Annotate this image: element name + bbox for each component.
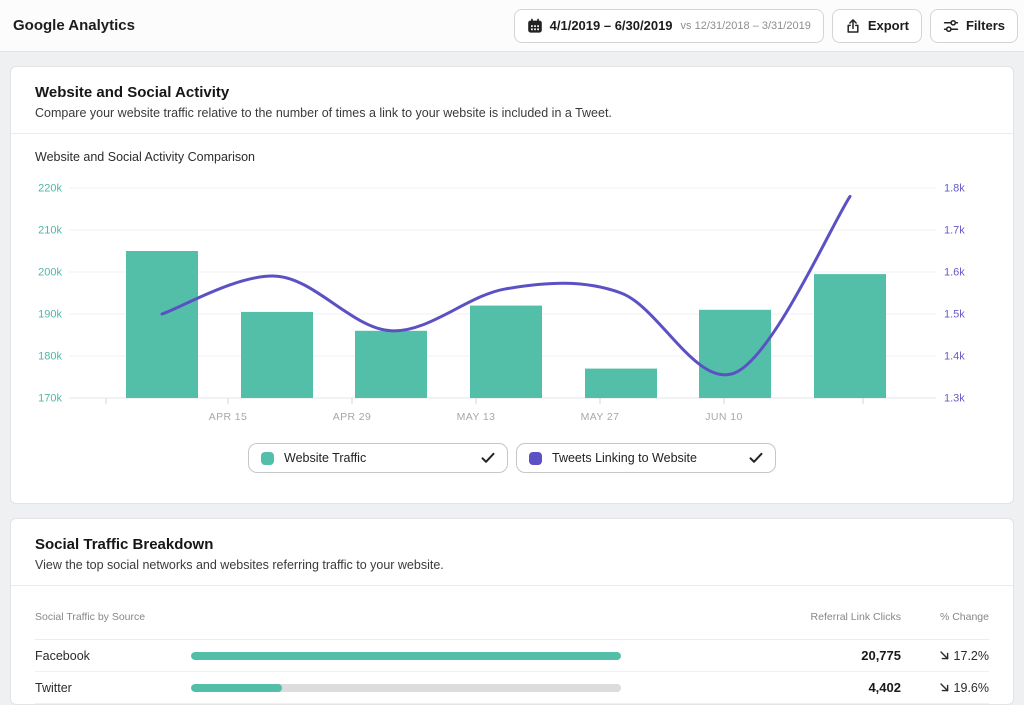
svg-text:1.8k: 1.8k [944, 183, 965, 195]
col-header-clicks: Referral Link Clicks [621, 611, 901, 623]
export-label: Export [868, 18, 909, 33]
checkmark-icon [749, 452, 763, 464]
legend-label: Tweets Linking to Website [552, 451, 739, 465]
referral-bar-fill [191, 684, 282, 692]
svg-text:MAY 27: MAY 27 [581, 411, 620, 423]
trend-down-icon [939, 682, 950, 693]
change-value: 19.6% [901, 681, 989, 695]
svg-text:200k: 200k [38, 267, 62, 279]
main-content: Website and Social Activity Compare your… [0, 52, 1024, 705]
website-card-title: Website and Social Activity [35, 84, 989, 101]
export-button[interactable]: Export [832, 9, 922, 43]
change-percent: 17.2% [954, 649, 989, 663]
filters-label: Filters [966, 18, 1005, 33]
svg-text:1.3k: 1.3k [944, 393, 965, 405]
app-header: Google Analytics 4/1/2019 – 6/30/2019 vs… [0, 0, 1024, 52]
svg-text:APR 15: APR 15 [209, 411, 248, 423]
chart-block: Website and Social Activity Comparison 2… [11, 134, 1013, 503]
filters-button[interactable]: Filters [930, 9, 1018, 43]
referral-bar-fill [191, 652, 621, 660]
chart-legend: Website Traffic Tweets Linking to Websit… [35, 443, 989, 473]
change-value: 17.2% [901, 649, 989, 663]
social-card-description: View the top social networks and website… [35, 558, 989, 572]
svg-text:MAY 13: MAY 13 [457, 411, 496, 423]
chart-title: Website and Social Activity Comparison [35, 150, 989, 164]
col-header-source: Social Traffic by Source [35, 611, 191, 623]
legend-swatch-website-traffic [261, 452, 274, 465]
svg-text:APR 29: APR 29 [333, 411, 372, 423]
social-traffic-card: Social Traffic Breakdown View the top so… [10, 518, 1014, 705]
source-label: Facebook [35, 649, 191, 663]
export-icon [845, 18, 861, 34]
checkmark-icon [481, 452, 495, 464]
col-header-change: % Change [901, 611, 989, 623]
svg-text:190k: 190k [38, 309, 62, 321]
svg-text:180k: 180k [38, 351, 62, 363]
referral-bar-track [191, 684, 621, 692]
clicks-value: 4,402 [621, 680, 901, 695]
svg-text:220k: 220k [38, 183, 62, 195]
social-traffic-table: Social Traffic by Source Referral Link C… [11, 586, 1013, 704]
table-header-row: Social Traffic by Source Referral Link C… [35, 594, 989, 640]
date-range-button[interactable]: 4/1/2019 – 6/30/2019 vs 12/31/2018 – 3/3… [514, 9, 824, 43]
website-activity-card: Website and Social Activity Compare your… [10, 66, 1014, 504]
website-card-description: Compare your website traffic relative to… [35, 106, 989, 120]
header-actions: 4/1/2019 – 6/30/2019 vs 12/31/2018 – 3/3… [514, 9, 1018, 43]
social-card-title: Social Traffic Breakdown [35, 536, 989, 553]
social-table-rows: Facebook 20,775 17.2% Twitter 4,402 19.6% [35, 640, 989, 704]
table-row: Twitter 4,402 19.6% [35, 672, 989, 704]
table-row: Facebook 20,775 17.2% [35, 640, 989, 672]
svg-text:170k: 170k [38, 393, 62, 405]
change-percent: 19.6% [954, 681, 989, 695]
legend-toggle-tweets-linking[interactable]: Tweets Linking to Website [516, 443, 776, 473]
svg-text:JUN 10: JUN 10 [705, 411, 742, 423]
legend-swatch-tweets-linking [529, 452, 542, 465]
page-title: Google Analytics [13, 17, 514, 34]
svg-text:1.6k: 1.6k [944, 267, 965, 279]
calendar-icon [527, 18, 543, 34]
legend-toggle-website-traffic[interactable]: Website Traffic [248, 443, 508, 473]
svg-text:1.5k: 1.5k [944, 309, 965, 321]
filters-icon [943, 18, 959, 34]
date-range-comparison: vs 12/31/2018 – 3/31/2019 [681, 20, 811, 32]
svg-text:1.4k: 1.4k [944, 351, 965, 363]
website-card-header: Website and Social Activity Compare your… [11, 67, 1013, 134]
activity-chart: 220k 1.8k 210k 1.7k 200k 1.6k 190k 1.5k 180k 1.4k… [35, 175, 991, 427]
date-range-primary: 4/1/2019 – 6/30/2019 [550, 18, 673, 33]
legend-label: Website Traffic [284, 451, 471, 465]
trend-down-icon [939, 650, 950, 661]
referral-bar-track [191, 652, 621, 660]
source-label: Twitter [35, 681, 191, 695]
svg-text:1.7k: 1.7k [944, 225, 965, 237]
svg-text:210k: 210k [38, 225, 62, 237]
clicks-value: 20,775 [621, 648, 901, 663]
social-card-header: Social Traffic Breakdown View the top so… [11, 519, 1013, 586]
